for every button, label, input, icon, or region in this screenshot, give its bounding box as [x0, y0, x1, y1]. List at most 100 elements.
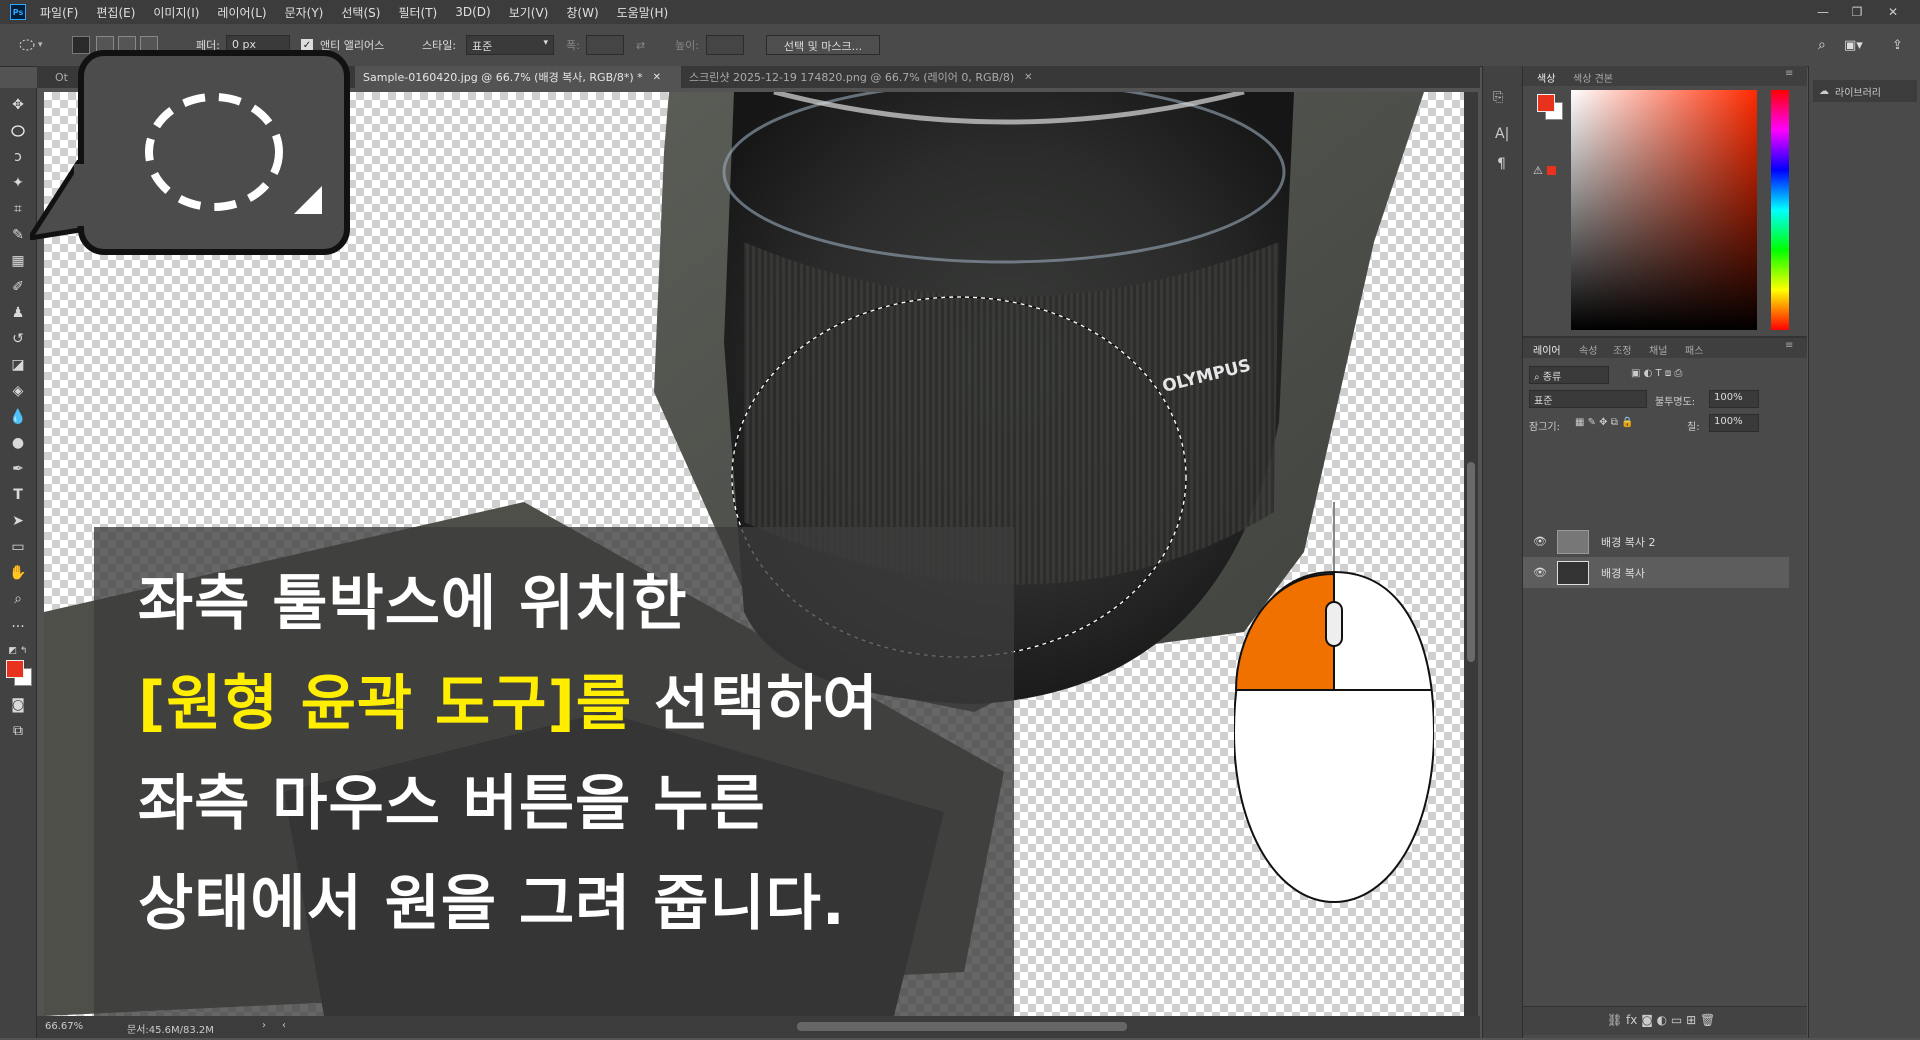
- menu-3d[interactable]: 3D(D): [455, 5, 490, 19]
- default-colors-icon[interactable]: ◩ ↰: [6, 640, 30, 662]
- history-panel-icon[interactable]: ⎘: [1493, 90, 1503, 105]
- height-input[interactable]: [706, 35, 744, 55]
- color-panel-header: [1523, 66, 1807, 86]
- layers-footer-icons[interactable]: ⛓ fx ◙ ◐ ▭ ⊞ 🗑: [1607, 1013, 1715, 1027]
- zoom-tool-icon[interactable]: ⌕: [6, 588, 30, 610]
- hue-slider[interactable]: [1771, 90, 1789, 330]
- swap-icon[interactable]: ⇄: [636, 36, 645, 54]
- layer-thumbnail: [1557, 560, 1589, 585]
- layer-filter-select[interactable]: ⌕ 종류: [1529, 366, 1609, 384]
- menu-type[interactable]: 문자(Y): [285, 4, 324, 21]
- libraries-label: 라이브러리: [1835, 87, 1881, 99]
- visibility-eye-icon[interactable]: 👁: [1533, 566, 1547, 579]
- menu-filter[interactable]: 필터(T): [398, 4, 437, 21]
- dodge-tool-icon[interactable]: ●: [6, 432, 30, 454]
- status-menu-arrow-icon[interactable]: ›: [262, 1020, 266, 1031]
- share-icon[interactable]: ⇪: [1892, 36, 1903, 54]
- document-size: 문서:45.6M/83.2M: [127, 1025, 214, 1036]
- scroll-left-icon[interactable]: ‹: [282, 1020, 286, 1031]
- libraries-button[interactable]: ☁ 라이브러리: [1813, 80, 1917, 102]
- blend-mode-select[interactable]: 표준: [1529, 390, 1647, 408]
- layer-name: 배경 복사 2: [1601, 535, 1656, 549]
- rectangle-tool-icon[interactable]: ▭: [6, 536, 30, 558]
- new-selection-button[interactable]: [72, 36, 90, 54]
- layers-panel-menu-icon[interactable]: ≡: [1785, 340, 1793, 351]
- menu-file[interactable]: 파일(F): [40, 4, 78, 21]
- elliptical-marquee-tool-icon[interactable]: [6, 120, 30, 142]
- type-tool-icon[interactable]: T: [6, 484, 30, 506]
- paint-bucket-tool-icon[interactable]: ◈: [6, 380, 30, 402]
- menu-select[interactable]: 선택(S): [341, 4, 380, 21]
- tab-channels[interactable]: 채널: [1649, 342, 1667, 357]
- visibility-eye-icon[interactable]: 👁: [1533, 535, 1547, 548]
- gamut-warning-icon[interactable]: ⚠: [1533, 164, 1543, 177]
- horizontal-scrollbar-thumb[interactable]: [797, 1022, 1127, 1031]
- hand-tool-icon[interactable]: ✋: [6, 562, 30, 584]
- menu-layer[interactable]: 레이어(L): [217, 4, 266, 21]
- style-value: 표준: [472, 40, 493, 53]
- menu-image[interactable]: 이미지(I): [153, 4, 199, 21]
- tab-close-icon[interactable]: ✕: [1024, 72, 1032, 83]
- brush-tool-icon[interactable]: ✐: [6, 276, 30, 298]
- layer-row[interactable]: 👁 배경 복사 2: [1523, 526, 1789, 557]
- vertical-scrollbar[interactable]: [1464, 92, 1478, 1016]
- lasso-tool-icon[interactable]: ↄ: [6, 146, 30, 168]
- foreground-color-swatch[interactable]: [6, 660, 24, 678]
- crop-tool-icon[interactable]: ⌗: [6, 198, 30, 220]
- menu-window[interactable]: 창(W): [566, 4, 598, 21]
- elliptical-marquee-zoomed-icon: [145, 93, 322, 214]
- history-brush-tool-icon[interactable]: ↺: [6, 328, 30, 350]
- restore-icon[interactable]: ❐: [1844, 0, 1870, 24]
- opacity-input[interactable]: 100%: [1709, 390, 1759, 408]
- zoom-level[interactable]: 66.67%: [45, 1021, 83, 1032]
- tab-close-icon[interactable]: ✕: [653, 72, 661, 83]
- lock-icons[interactable]: ▦ ✎ ✥ ⧉ 🔒: [1575, 417, 1634, 428]
- layer-row-selected[interactable]: 👁 배경 복사: [1523, 557, 1789, 588]
- layer-filter-icons[interactable]: ▣ ◐ T ⧈ ⎙: [1631, 368, 1682, 379]
- fill-input[interactable]: 100%: [1709, 414, 1759, 432]
- minimize-icon[interactable]: —: [1810, 0, 1836, 24]
- clone-stamp-tool-icon[interactable]: ♟: [6, 302, 30, 324]
- quick-mask-icon[interactable]: ◙: [6, 694, 30, 716]
- path-selection-tool-icon[interactable]: ➤: [6, 510, 30, 532]
- tab-adjustments[interactable]: 조정: [1613, 342, 1631, 357]
- style-label: 스타일:: [422, 39, 457, 52]
- scrollbar-thumb[interactable]: [1467, 462, 1475, 662]
- tool-preset-picker[interactable]: ▾: [18, 36, 58, 54]
- close-icon[interactable]: ✕: [1880, 0, 1906, 24]
- move-tool-icon[interactable]: ✥: [6, 94, 30, 116]
- tab-color[interactable]: 색상: [1537, 70, 1555, 85]
- tab-sample-document[interactable]: Sample-0160420.jpg @ 66.7% (배경 복사, RGB/8…: [355, 66, 681, 88]
- tab-properties[interactable]: 속성: [1579, 342, 1597, 357]
- workspace-icon[interactable]: ▣▾: [1844, 36, 1863, 54]
- paragraph-panel-icon[interactable]: ¶: [1497, 156, 1506, 172]
- screen-mode-icon[interactable]: ⧉: [6, 720, 30, 742]
- healing-brush-tool-icon[interactable]: ▦: [6, 250, 30, 272]
- gamut-color-swatch[interactable]: [1547, 166, 1556, 175]
- width-input[interactable]: [586, 35, 624, 55]
- creative-cloud-icon: ☁: [1819, 85, 1829, 97]
- select-and-mask-button[interactable]: 선택 및 마스크...: [766, 35, 880, 55]
- menu-edit[interactable]: 편집(E): [96, 4, 135, 21]
- blur-tool-icon[interactable]: 💧: [6, 406, 30, 428]
- menu-view[interactable]: 보기(V): [509, 4, 549, 21]
- pen-tool-icon[interactable]: ✒: [6, 458, 30, 480]
- color-foreground-swatch[interactable]: [1537, 94, 1555, 112]
- eyedropper-tool-icon[interactable]: ✎: [6, 224, 30, 246]
- more-tools-icon[interactable]: ···: [6, 616, 30, 638]
- tab-paths[interactable]: 패스: [1685, 342, 1703, 357]
- tab-swatches[interactable]: 색상 견본: [1573, 70, 1613, 85]
- tool-zoom-callout: [78, 50, 350, 255]
- menu-help[interactable]: 도움말(H): [617, 4, 669, 21]
- tab-screenshot-document[interactable]: 스크린샷 2025-12-19 174820.png @ 66.7% (레이어 …: [681, 66, 1081, 88]
- chevron-down-icon: ▾: [543, 38, 548, 48]
- search-icon[interactable]: ⌕: [1818, 36, 1826, 54]
- color-field-picker[interactable]: [1571, 90, 1757, 330]
- character-panel-icon[interactable]: A|: [1495, 126, 1509, 142]
- style-select[interactable]: 표준 ▾: [466, 35, 554, 55]
- caption-line-3: 좌측 마우스 버튼을 누른: [138, 769, 766, 839]
- eraser-tool-icon[interactable]: ◪: [6, 354, 30, 376]
- magic-wand-tool-icon[interactable]: ✦: [6, 172, 30, 194]
- tab-layers[interactable]: 레이어: [1533, 342, 1561, 357]
- panel-menu-icon[interactable]: ≡: [1785, 68, 1793, 79]
